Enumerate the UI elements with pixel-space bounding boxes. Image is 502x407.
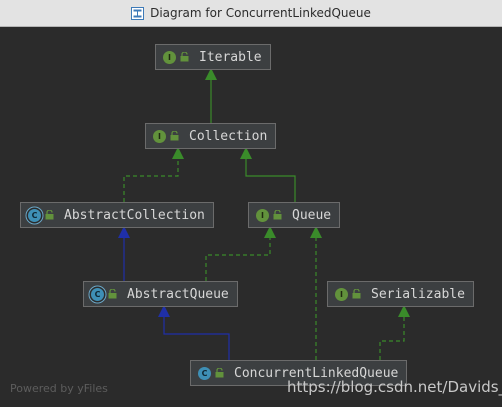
node-label: AbstractCollection <box>64 207 205 223</box>
node-label: Iterable <box>199 49 262 65</box>
diagram-window: Diagram for ConcurrentLinkedQueue I Iter… <box>0 0 502 407</box>
node-label: Collection <box>189 128 268 144</box>
lock-icon <box>108 289 117 299</box>
interface-icon: I <box>335 287 348 301</box>
edge-abstractcollection-collection <box>123 147 184 202</box>
lock-icon <box>352 289 361 299</box>
lock-icon <box>45 210 54 220</box>
edge-queue-collection <box>240 147 296 202</box>
node-abstract-collection[interactable]: C AbstractCollection <box>20 202 214 228</box>
powered-by-label: Powered by yFiles <box>10 382 108 395</box>
lock-icon <box>180 52 189 62</box>
abstract-class-icon: C <box>28 208 41 222</box>
interface-icon: I <box>153 129 166 143</box>
node-collection[interactable]: I Collection <box>145 123 277 149</box>
node-label: Serializable <box>371 286 465 302</box>
node-label: AbstractQueue <box>127 286 229 302</box>
abstract-class-icon: C <box>91 287 104 301</box>
watermark: https://blog.csdn.net/Davids_ <box>287 378 502 396</box>
interface-icon: I <box>256 208 269 222</box>
interface-icon: I <box>163 50 176 64</box>
edge-clq-serializable <box>379 305 410 360</box>
node-serializable[interactable]: I Serializable <box>327 281 474 307</box>
node-queue[interactable]: I Queue <box>248 202 341 228</box>
diagram-icon <box>131 6 145 20</box>
edge-clq-abstractqueue <box>158 305 230 360</box>
node-iterable[interactable]: I Iterable <box>155 44 271 70</box>
lock-icon <box>215 368 224 378</box>
class-icon: C <box>198 366 211 380</box>
window-title: Diagram for ConcurrentLinkedQueue <box>150 6 371 20</box>
node-abstract-queue[interactable]: C AbstractQueue <box>83 281 238 307</box>
lock-icon <box>273 210 282 220</box>
diagram-canvas[interactable]: I Iterable I Collection C AbstractCollec… <box>0 27 502 407</box>
edge-abstractqueue-queue <box>205 226 276 281</box>
lock-icon <box>170 131 179 141</box>
node-label: Queue <box>292 207 332 223</box>
title-bar[interactable]: Diagram for ConcurrentLinkedQueue <box>0 0 502 27</box>
